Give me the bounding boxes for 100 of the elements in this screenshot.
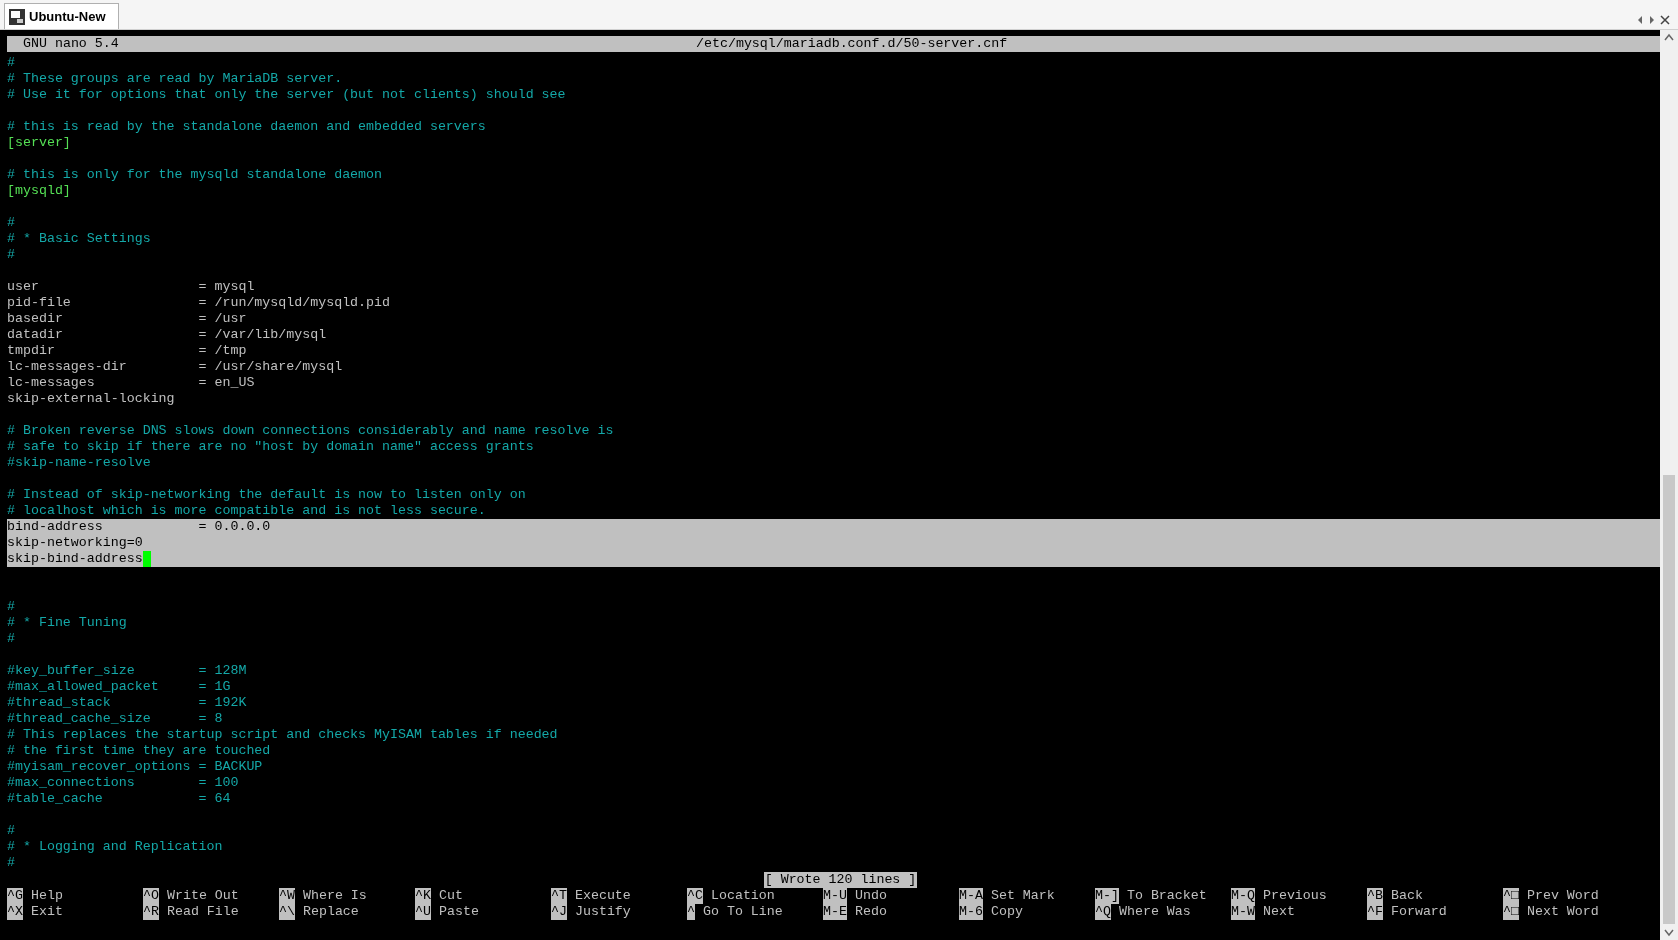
code-line: # the first time they are touched xyxy=(7,743,271,759)
code-line: user = mysql xyxy=(7,279,255,295)
shortcut-label: Where Is xyxy=(302,888,367,904)
code-line: #max_allowed_packet = 1G xyxy=(7,679,231,695)
code-line: # This replaces the startup script and checks MyISAM tables if needed xyxy=(7,727,558,743)
code-line: #key_buffer_size = 128M xyxy=(7,663,247,679)
code-line: tmpdir = /tmp xyxy=(7,343,247,359)
shortcut-label: Redo xyxy=(854,904,887,920)
shortcut-label: Read File xyxy=(166,904,239,920)
shortcut-label: Copy xyxy=(990,904,1023,920)
shortcut-key: M-W xyxy=(1231,904,1255,920)
code-line: #skip-name-resolve xyxy=(7,455,151,471)
shortcut-key: M-U xyxy=(823,888,847,904)
code-line: # Broken reverse DNS slows down connections considerably and name resolve is xyxy=(7,423,614,439)
shortcut-label: Go To Line xyxy=(703,904,783,920)
shortcut-label: Help xyxy=(30,888,63,904)
code-line: # safe to skip if there are no "host by domain name" access grants xyxy=(7,439,534,455)
shortcut-label: Where Was xyxy=(1118,904,1191,920)
shortcut-key: ^C xyxy=(687,888,703,904)
shortcut-label: Next xyxy=(1262,904,1295,920)
code-line: skip-networking=0 xyxy=(7,535,143,551)
code-line: # xyxy=(7,247,15,263)
shortcut-key: ^T xyxy=(551,888,567,904)
shortcut-key: ^□ xyxy=(1503,888,1519,904)
shortcut-label: Set Mark xyxy=(990,888,1055,904)
shortcut-key: ^B xyxy=(1367,888,1383,904)
scrollbar[interactable] xyxy=(1660,30,1678,940)
code-line: # * Logging and Replication xyxy=(7,839,223,855)
code-line: #thread_cache_size = 8 xyxy=(7,711,223,727)
window-tab[interactable]: Ubuntu-New xyxy=(4,3,119,29)
shortcut-label: Back xyxy=(1390,888,1423,904)
shortcut-key: M-Q xyxy=(1231,888,1255,904)
code-line: skip-external-locking xyxy=(7,391,175,407)
shortcut-key: ^O xyxy=(143,888,159,904)
code-line: # xyxy=(7,215,15,231)
shortcut-label: Next Word xyxy=(1526,904,1599,920)
code-line: # Use it for options that only the server (but not clients) should see xyxy=(7,87,566,103)
code-line: skip-bind-address xyxy=(7,551,143,567)
shortcut-label: Prev Word xyxy=(1526,888,1599,904)
app-version: GNU nano 5.4 xyxy=(22,36,119,52)
shortcut-key: ^Q xyxy=(1095,904,1111,920)
shortcut-key: ^□ xyxy=(1503,904,1519,920)
code-line: bind-address = 0.0.0.0 xyxy=(7,519,271,535)
shortcut-key: M-6 xyxy=(959,904,983,920)
shortcut-key: ^J xyxy=(551,904,567,920)
shortcut-label: To Bracket xyxy=(1126,888,1207,904)
shortcut-key: ^ xyxy=(687,904,695,920)
shortcut-key: M-A xyxy=(959,888,983,904)
code-line: #table_cache = 64 xyxy=(7,791,231,807)
code-line: # xyxy=(7,855,15,871)
shortcut-key: ^K xyxy=(415,888,431,904)
code-line: #thread_stack = 192K xyxy=(7,695,247,711)
shortcut-key: M-] xyxy=(1095,888,1119,904)
code-line: # These groups are read by MariaDB server. xyxy=(7,71,343,87)
code-line: # this is read by the standalone daemon and embedded servers xyxy=(7,119,486,135)
shortcut-key: ^U xyxy=(415,904,431,920)
code-line: # this is only for the mysqld standalone daemon xyxy=(7,167,383,183)
code-line: # xyxy=(7,823,15,839)
code-line: pid-file = /run/mysqld/mysqld.pid xyxy=(7,295,390,311)
shortcut-label: Exit xyxy=(30,904,63,920)
code-line: [server] xyxy=(7,135,71,151)
shortcut-key: ^X xyxy=(7,904,23,920)
shortcut-key: ^F xyxy=(1367,904,1383,920)
shortcut-label: Cut xyxy=(438,888,463,904)
shortcut-key: ^W xyxy=(279,888,295,904)
status-message: [ Wrote 120 lines ] xyxy=(763,872,918,888)
code-line: basedir = /usr xyxy=(7,311,247,327)
shortcut-label: Replace xyxy=(302,904,359,920)
shortcut-key: ^\ xyxy=(279,904,295,920)
code-line: datadir = /var/lib/mysql xyxy=(7,327,327,343)
shortcut-label: Execute xyxy=(574,888,631,904)
code-line: lc-messages = en_US xyxy=(7,375,255,391)
shortcut-label: Undo xyxy=(854,888,887,904)
code-line: # * Basic Settings xyxy=(7,231,151,247)
scrollbar-thumb[interactable] xyxy=(1663,475,1675,924)
code-line: # Instead of skip-networking the default is now to listen only on xyxy=(7,487,526,503)
shortcut-key: M-E xyxy=(823,904,847,920)
code-line: #myisam_recover_options = BACKUP xyxy=(7,759,263,775)
code-line: # xyxy=(7,55,15,71)
terminal-icon xyxy=(9,8,25,25)
code-line: [mysqld] xyxy=(7,183,71,199)
shortcut-label: Paste xyxy=(438,904,479,920)
code-line: #max_connections = 100 xyxy=(7,775,239,791)
code-line: # localhost which is more compatible and is not less secure. xyxy=(7,503,486,519)
window-title: Ubuntu-New xyxy=(29,7,107,26)
shortcut-label: Forward xyxy=(1390,904,1447,920)
shortcut-key: ^G xyxy=(7,888,23,904)
shortcut-label: Justify xyxy=(574,904,631,920)
shortcut-label: Previous xyxy=(1262,888,1327,904)
code-line: # xyxy=(7,631,15,647)
code-line: # xyxy=(7,599,15,615)
right-arrow-icon[interactable] xyxy=(1648,15,1656,25)
code-line: lc-messages-dir = /usr/share/mysql xyxy=(7,359,343,375)
close-icon[interactable] xyxy=(1660,15,1670,25)
code-line: # * Fine Tuning xyxy=(7,615,127,631)
left-arrow-icon[interactable] xyxy=(1636,15,1644,25)
shortcut-key: ^R xyxy=(143,904,159,920)
file-path: /etc/mysql/mariadb.conf.d/50-server.cnf xyxy=(696,36,1008,52)
shortcut-label: Location xyxy=(710,888,775,904)
shortcut-label: Write Out xyxy=(166,888,239,904)
